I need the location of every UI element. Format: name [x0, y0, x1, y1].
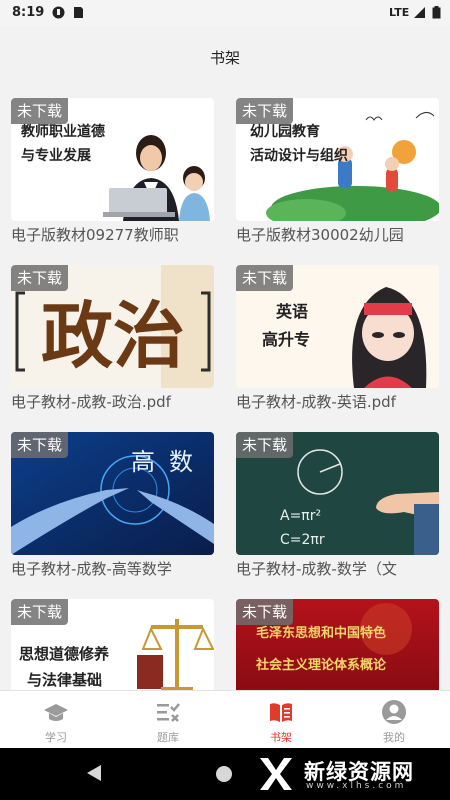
- download-status-badge: 未下载: [11, 98, 69, 124]
- download-status-badge: 未下载: [236, 432, 294, 458]
- system-nav-bar: 新绿资源网 www.xlhs.com: [0, 748, 450, 800]
- book-cover[interactable]: 教师职业道德 与专业发展 未下载: [11, 98, 214, 221]
- download-status-badge: 未下载: [236, 265, 294, 291]
- tab-bookshelf[interactable]: 书架: [225, 691, 337, 749]
- cover-title: 英语 高升专: [262, 302, 310, 349]
- svg-text:活动设计与组织: 活动设计与组织: [250, 147, 348, 164]
- svg-text:高升专: 高升专: [262, 330, 310, 349]
- tab-profile[interactable]: 我的: [338, 691, 450, 749]
- book-title[interactable]: 电子版教材09277教师职: [11, 224, 214, 245]
- home-circle-icon[interactable]: [216, 766, 232, 782]
- tab-question-bank[interactable]: 题库: [112, 691, 224, 749]
- download-status-badge: 未下载: [236, 98, 294, 124]
- svg-text:高: 高: [131, 448, 155, 476]
- sim-card-icon: [74, 7, 83, 18]
- book-icon: [270, 703, 292, 722]
- book-cover[interactable]: 思想道德修养 与法律基础 未下载: [11, 599, 214, 690]
- svg-text:与专业发展: 与专业发展: [21, 147, 91, 164]
- book-cover[interactable]: 政治 未下载: [11, 265, 214, 388]
- bookshelf-grid: 教师职业道德 与专业发展 未下载 电子版教材09277教师职 幼儿园教育 活动设…: [0, 88, 450, 690]
- book-cover[interactable]: 幼儿园教育 活动设计与组织 未下载: [236, 98, 439, 221]
- tab-label: 学习: [45, 731, 67, 744]
- graduation-cap-icon: [44, 704, 68, 721]
- watermark-url: www.xlhs.com: [306, 781, 407, 791]
- book-cover[interactable]: 高 数 未下载: [11, 432, 214, 555]
- bottom-tab-bar: 学习 题库 书架 我的: [0, 690, 450, 748]
- page-header: 书架: [0, 26, 450, 88]
- svg-text:政治: 政治: [41, 293, 185, 378]
- book-title[interactable]: 电子教材-成教-高等数学: [11, 558, 214, 579]
- book-cover[interactable]: 毛泽东思想和中国特色 社会主义理论体系概论 未下载: [236, 599, 439, 690]
- svg-text:数: 数: [169, 448, 193, 476]
- network-type: LTE: [389, 6, 410, 19]
- cover-title: 幼儿园教育 活动设计与组织: [250, 123, 348, 164]
- book-cover[interactable]: A=πr² C=2πr 未下载: [236, 432, 439, 555]
- book-title[interactable]: 电子教材-成教-英语.pdf: [236, 391, 439, 412]
- book-title[interactable]: 电子教材-成教-政治.pdf: [11, 391, 214, 412]
- svg-text:幼儿园教育: 幼儿园教育: [250, 123, 320, 140]
- download-status-badge: 未下载: [11, 265, 69, 291]
- tab-label: 题库: [157, 731, 179, 744]
- battery-icon: [432, 6, 441, 19]
- book-cover[interactable]: 英语 高升专 未下载: [236, 265, 439, 388]
- tab-label: 书架: [270, 731, 292, 744]
- tab-label: 我的: [383, 731, 405, 744]
- status-bar: 8:19 LTE: [0, 0, 450, 26]
- app-notification-icon: [52, 6, 65, 19]
- svg-text:与法律基础: 与法律基础: [27, 671, 102, 689]
- book-title[interactable]: 电子教材-成教-数学（文: [236, 558, 439, 579]
- status-time: 8:19: [12, 5, 45, 20]
- cover-title: 高 数: [131, 448, 193, 476]
- svg-text:A=πr²: A=πr²: [280, 508, 321, 524]
- svg-text:思想道德修养: 思想道德修养: [19, 645, 110, 663]
- watermark-logo-icon: [260, 758, 292, 790]
- svg-text:毛泽东思想和中国特色: 毛泽东思想和中国特色: [256, 625, 386, 641]
- svg-text:英语: 英语: [275, 302, 308, 321]
- checklist-icon: [157, 703, 180, 722]
- back-triangle-icon[interactable]: [86, 764, 102, 782]
- signal-icon: [414, 7, 425, 18]
- book-title[interactable]: 电子版教材30002幼儿园: [236, 224, 439, 245]
- svg-text:教师职业道德: 教师职业道德: [21, 123, 105, 140]
- page-title: 书架: [209, 49, 240, 67]
- download-status-badge: 未下载: [11, 599, 69, 625]
- tab-study[interactable]: 学习: [0, 691, 112, 749]
- user-avatar-icon: [382, 700, 406, 724]
- cover-formula: A=πr² C=2πr: [280, 508, 325, 548]
- download-status-badge: 未下载: [11, 432, 69, 458]
- cover-title: 思想道德修养 与法律基础: [19, 645, 110, 689]
- svg-text:C=2πr: C=2πr: [280, 532, 325, 548]
- download-status-badge: 未下载: [236, 599, 294, 625]
- svg-text:社会主义理论体系概论: 社会主义理论体系概论: [256, 657, 387, 673]
- watermark: 新绿资源网 www.xlhs.com: [258, 754, 438, 794]
- cover-title: 教师职业道德 与专业发展: [21, 123, 105, 164]
- cover-title: 毛泽东思想和中国特色 社会主义理论体系概论: [256, 625, 387, 673]
